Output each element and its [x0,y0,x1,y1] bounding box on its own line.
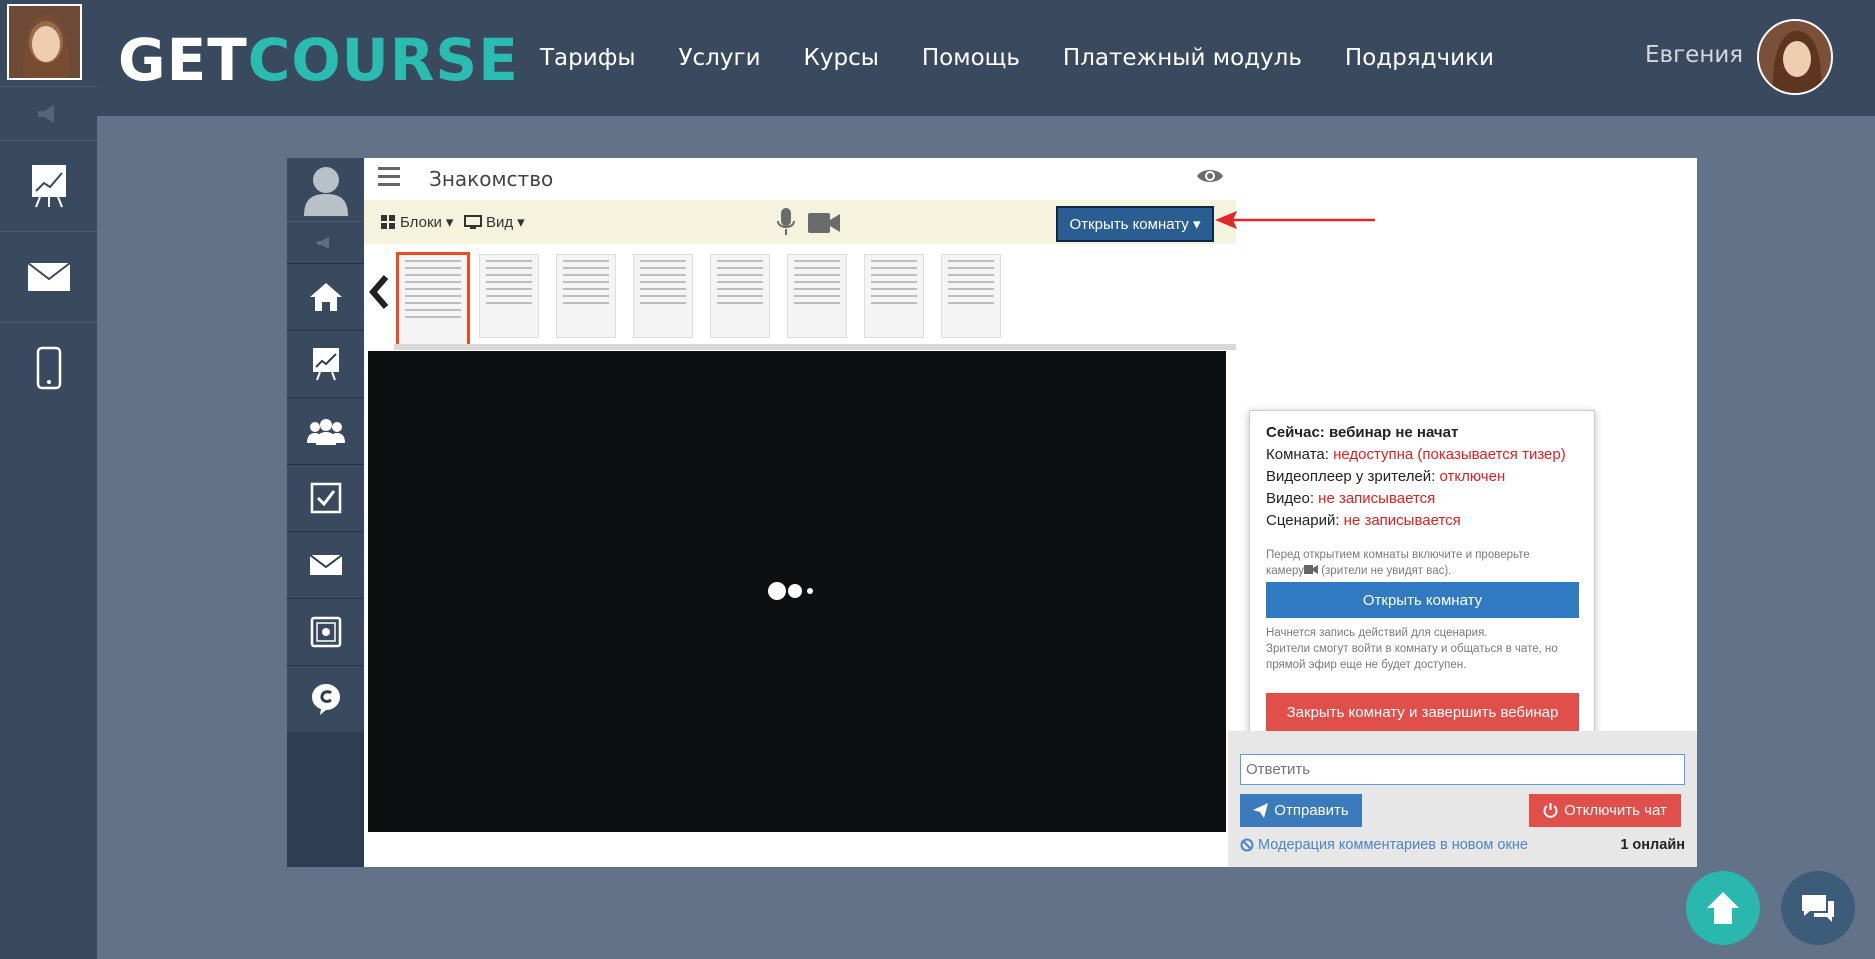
room-users-icon[interactable] [287,397,364,464]
red-arrow-annotation [1215,208,1377,237]
ban-icon [1240,838,1254,852]
room-stats-icon[interactable] [287,330,364,397]
main-nav: Тарифы Услуги Курсы Помощь Платежный мод… [540,0,1537,116]
chat-panel: Отправить Отключить чат Модерация коммен… [1228,731,1697,867]
room-mute-icon[interactable] [287,221,364,263]
caret-down-icon: ▾ [1192,216,1201,233]
view-dropdown[interactable]: Вид ▾ [464,213,525,231]
status-title: Сейчас: вебинар не начат [1266,424,1459,441]
chevron-left-icon[interactable] [368,274,390,315]
chat-widget-button[interactable] [1781,871,1855,945]
status-video: Видео: не записывается [1266,490,1436,507]
sidebar-stats-icon[interactable] [0,140,97,230]
close-room-button[interactable]: Закрыть комнату и завершить вебинар [1266,693,1579,731]
scroll-to-top-button[interactable] [1686,871,1760,945]
nav-tariffs[interactable]: Тарифы [540,45,636,71]
menu-icon[interactable] [378,166,400,191]
sidebar-mute-icon[interactable] [0,86,97,140]
disable-chat-button[interactable]: Отключить чат [1529,794,1681,827]
room-title: Знакомство [429,167,554,191]
user-name[interactable]: Евгения [1645,42,1743,68]
nav-payment-module[interactable]: Платежный модуль [1063,45,1302,71]
online-count: 1 онлайн [1620,837,1685,853]
open-room-dropdown-button[interactable]: Открыть комнату ▾ [1056,206,1214,242]
sidebar-mobile-icon[interactable] [0,322,97,412]
room-sidebar [287,158,364,867]
slide-thumbnail[interactable] [479,254,539,338]
chat-bubble-icon [1802,895,1834,922]
slide-thumbnail[interactable] [556,254,616,338]
sidebar-mail-icon[interactable] [0,231,97,321]
nav-help[interactable]: Помощь [922,45,1020,71]
video-area [368,351,1226,832]
slide-thumbnail[interactable] [710,254,770,338]
slide-thumbnail[interactable] [787,254,847,338]
room-safe-icon[interactable] [287,598,364,665]
nav-services[interactable]: Услуги [679,45,761,71]
slide-thumbnail[interactable] [633,254,693,338]
arrow-up-icon [1707,892,1739,924]
open-room-button[interactable]: Открыть комнату [1266,582,1579,618]
after-open-hint: Начнется запись действий для сценария. З… [1266,627,1558,671]
blocks-dropdown[interactable]: Блоки ▾ [381,213,453,231]
nav-courses[interactable]: Курсы [804,45,879,71]
moderation-link[interactable]: Модерация комментариев в новом окне [1240,837,1528,853]
reply-input[interactable] [1240,754,1685,785]
camera-icon[interactable] [807,212,841,239]
getcourse-logo[interactable]: GETCOURSE [118,26,519,94]
slide-thumbnail[interactable] [941,254,1001,338]
microphone-icon[interactable] [776,207,796,242]
slides-scrollbar[interactable] [394,344,1236,350]
paper-plane-icon [1253,803,1269,818]
monitor-icon [464,215,482,229]
status-room: Комната: недоступна (показывается тизер) [1266,446,1566,463]
room-toolbar: Блоки ▾ Вид ▾ Открыть комнату ▾ [364,200,1236,244]
grid-icon [381,215,395,229]
room-home-icon[interactable] [287,263,364,330]
room-mail-icon[interactable] [287,531,364,598]
caret-down-icon: ▾ [517,214,525,231]
eye-icon[interactable] [1196,166,1224,191]
room-tasks-icon[interactable] [287,464,364,531]
before-open-hint: Перед открытием комнаты включите и прове… [1266,549,1530,577]
room-chat-logo-icon[interactable] [287,665,364,732]
slide-thumbnail[interactable] [396,252,470,348]
room-user-icon[interactable] [287,158,364,221]
power-icon [1543,803,1558,818]
caret-down-icon: ▾ [445,214,454,231]
status-player: Видеоплеер у зрителей: отключен [1266,468,1506,485]
send-button[interactable]: Отправить [1240,794,1362,827]
status-script: Сценарий: не записывается [1266,512,1461,529]
sidebar-avatar[interactable] [7,4,82,80]
room-status-popup: Сейчас: вебинар не начат Комната: недост… [1249,410,1595,742]
webinar-room-screenshot: Знакомство Блоки ▾ Вид ▾ Открыть комнату… [287,158,1697,867]
camera-small-icon [1304,565,1318,577]
user-avatar[interactable] [1757,19,1833,95]
slide-thumbnail[interactable] [864,254,924,338]
room-title-bar: Знакомство [364,158,1236,200]
nav-contractors[interactable]: Подрядчики [1345,45,1494,71]
slides-strip [364,244,1236,350]
left-sidebar [0,0,97,959]
loading-icon [768,579,818,608]
